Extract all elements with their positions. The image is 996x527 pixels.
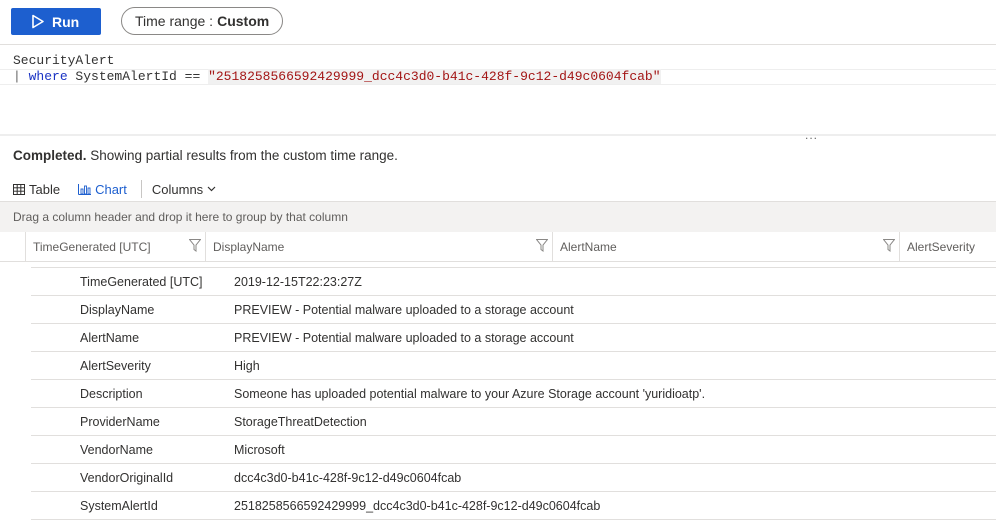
chevron-down-icon <box>207 186 216 192</box>
pipe-operator: | <box>13 69 29 84</box>
detail-field-name: TimeGenerated [UTC] <box>80 275 203 289</box>
query-field: SystemAlertId == <box>67 69 209 84</box>
detail-field-value: PREVIEW - Potential malware uploaded to … <box>234 303 574 317</box>
chart-icon <box>78 183 92 195</box>
column-header-alertseverity[interactable]: AlertSeverity <box>899 232 996 262</box>
detail-field-name: ProviderName <box>80 415 160 429</box>
column-header-label: DisplayName <box>213 240 285 254</box>
where-keyword: where <box>28 69 68 84</box>
query-status: Completed. Showing partial results from … <box>13 148 398 163</box>
filter-icon[interactable] <box>189 239 201 252</box>
column-header-timegenerated[interactable]: TimeGenerated [UTC] <box>25 232 205 262</box>
query-line-1: SecurityAlert <box>13 53 115 68</box>
detail-row[interactable]: VendorName Microsoft <box>31 436 996 464</box>
run-button-label: Run <box>52 13 80 30</box>
status-bold: Completed. <box>13 148 87 163</box>
play-icon <box>32 14 44 29</box>
column-header-label: AlertSeverity <box>907 240 976 254</box>
filter-icon[interactable] <box>883 239 895 252</box>
detail-field-name: DisplayName <box>80 303 155 317</box>
detail-field-value: PREVIEW - Potential malware uploaded to … <box>234 331 574 345</box>
detail-field-value: Microsoft <box>234 443 285 457</box>
column-header-label: AlertName <box>560 240 617 254</box>
status-text: Showing partial results from the custom … <box>86 148 398 163</box>
detail-field-name: AlertSeverity <box>80 359 151 373</box>
detail-field-value: High <box>234 359 260 373</box>
detail-row[interactable]: TimeGenerated [UTC] 2019-12-15T22:23:27Z <box>31 268 996 296</box>
detail-row[interactable]: VendorOriginalId dcc4c3d0-b41c-428f-9c12-… <box>31 464 996 492</box>
tab-chart-label: Chart <box>95 181 127 197</box>
record-details: TimeGenerated [UTC] 2019-12-15T22:23:27Z D… <box>31 268 996 520</box>
group-by-drop-zone[interactable]: Drag a column header and drop it here to… <box>0 201 996 232</box>
column-header-alertname[interactable]: AlertName <box>552 232 899 262</box>
splitter-handle[interactable]: ... <box>805 128 818 142</box>
table-icon <box>13 183 25 195</box>
detail-field-value: dcc4c3d0-b41c-428f-9c12-d49c0604fcab <box>234 471 462 485</box>
grid-header: TimeGenerated [UTC] DisplayName AlertNam… <box>0 232 996 262</box>
detail-row[interactable]: ProviderName StorageThreatDetection <box>31 408 996 436</box>
time-range-button[interactable]: Time range : Custom <box>121 7 284 35</box>
detail-field-name: VendorOriginalId <box>80 471 174 485</box>
time-range-value: Custom <box>217 13 270 29</box>
columns-label: Columns <box>151 181 204 197</box>
detail-field-name: SystemAlertId <box>80 499 158 513</box>
time-range-label: Time range : <box>135 13 214 29</box>
tabs-separator <box>140 180 142 198</box>
detail-field-value: 2019-12-15T22:23:27Z <box>234 275 362 289</box>
detail-field-value: StorageThreatDetection <box>234 415 367 429</box>
tab-chart[interactable]: Chart <box>78 178 127 200</box>
toolbar: Run Time range : Custom <box>0 0 996 45</box>
filter-icon[interactable] <box>536 239 548 252</box>
columns-dropdown[interactable]: Columns <box>152 182 216 197</box>
query-line-2: | where SystemAlertId == "25182585665924… <box>13 69 661 84</box>
detail-row[interactable]: AlertName PREVIEW - Potential malware upl… <box>31 324 996 352</box>
detail-field-value: Someone has uploaded potential malware t… <box>234 387 706 401</box>
run-button[interactable]: Run <box>11 8 101 35</box>
detail-field-name: Description <box>80 387 143 401</box>
column-header-label: TimeGenerated [UTC] <box>33 240 151 254</box>
detail-field-name: AlertName <box>80 331 140 345</box>
tab-table[interactable]: Table <box>13 178 61 203</box>
detail-field-name: VendorName <box>80 443 153 457</box>
detail-field-value: 2518258566592429999_dcc4c3d0-b41c-428f-9… <box>234 499 601 513</box>
group-by-hint: Drag a column header and drop it here to… <box>13 210 348 224</box>
query-editor[interactable]: SecurityAlert | where SystemAlertId == "… <box>0 46 996 136</box>
result-tabs: Table Chart Columns <box>13 178 216 203</box>
detail-row[interactable]: AlertSeverity High <box>31 352 996 380</box>
tab-table-label: Table <box>29 181 61 197</box>
column-header-displayname[interactable]: DisplayName <box>205 232 552 262</box>
detail-row[interactable]: DisplayName PREVIEW - Potential malware u… <box>31 296 996 324</box>
detail-row[interactable]: Description Someone has uploaded potentia… <box>31 380 996 408</box>
detail-row[interactable]: SystemAlertId 2518258566592429999_dcc4c3d… <box>31 492 996 520</box>
query-string-literal: "2518258566592429999_dcc4c3d0-b41c-428f-… <box>208 69 661 84</box>
